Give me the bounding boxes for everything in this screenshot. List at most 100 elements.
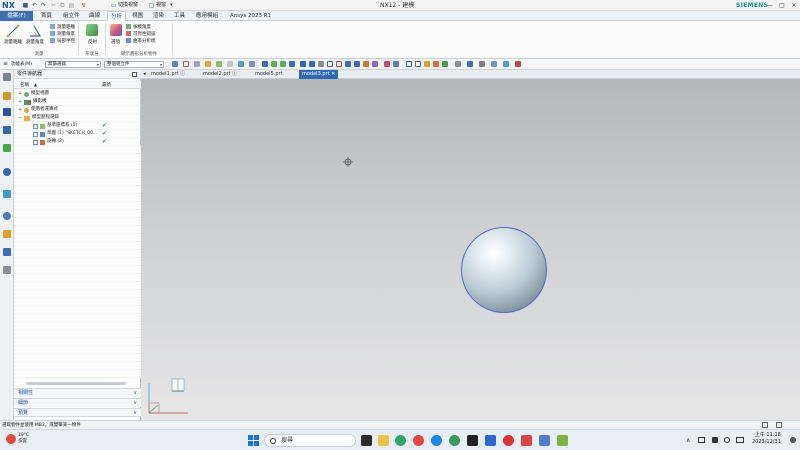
point-snap-icon[interactable] <box>262 61 268 67</box>
panel-details[interactable]: 細節 ∨ <box>14 398 141 407</box>
tab-tools[interactable]: 工具 <box>171 11 188 21</box>
file-explorer-icon[interactable] <box>378 435 389 446</box>
task-view-icon[interactable] <box>361 435 372 446</box>
sort-ascending-icon[interactable]: ▲ <box>34 82 37 87</box>
tab-assemblies[interactable]: 組立件 <box>60 11 83 21</box>
column-name-header[interactable]: 名稱 <box>20 82 29 88</box>
close-button[interactable]: ✕ <box>788 0 800 11</box>
windows-start-icon[interactable] <box>248 435 259 446</box>
nx-app-icon[interactable] <box>539 435 550 446</box>
window-fit-icon[interactable] <box>415 61 421 67</box>
sphere-view-icon[interactable] <box>238 61 244 67</box>
restore-icon[interactable] <box>776 422 782 428</box>
measure-angle-label[interactable]: 測量角度 <box>26 39 44 45</box>
tab-render[interactable]: 渲染 <box>150 11 167 21</box>
minimize-button[interactable]: — <box>764 0 776 11</box>
redo-icon[interactable]: ↷ <box>40 2 47 9</box>
taskbar-search-input[interactable]: 搜尋 <box>264 434 356 447</box>
rectangle-select-icon[interactable] <box>183 61 189 67</box>
terminal-icon[interactable] <box>467 435 478 446</box>
quadrant-icon[interactable] <box>345 61 351 67</box>
weather-widget[interactable]: 19°C 多雲 <box>18 433 29 445</box>
switch-window-label[interactable]: 切換視窗 <box>118 0 138 11</box>
small-measure-distance[interactable]: 測量距離 <box>57 24 75 30</box>
tree-row-expressions[interactable]: + 使用者運算式 <box>14 106 141 114</box>
lasso-icon[interactable] <box>194 61 200 67</box>
history-icon[interactable] <box>3 212 11 220</box>
pin-icon[interactable] <box>442 61 448 67</box>
taskbar-clock[interactable]: 上午 11:18 2023/12/31 <box>752 432 781 446</box>
tree-row-cameras[interactable]: + 攝影機 <box>14 98 141 106</box>
process-studio-icon[interactable] <box>3 230 11 238</box>
maximize-panel-icon[interactable] <box>132 72 137 77</box>
doc-tab-model5[interactable]: model5.prt <box>252 70 286 79</box>
expand-icon[interactable]: + <box>18 90 22 98</box>
settings-gear-icon[interactable] <box>3 73 11 81</box>
curve-snap-icon[interactable] <box>289 61 295 67</box>
tree-row-model-views[interactable]: + 模型視圖 <box>14 90 141 98</box>
type-filter-dropdown[interactable]: 無篩選器 ▾ <box>45 61 101 68</box>
body-select-icon[interactable] <box>227 61 233 67</box>
tree-row-model-history[interactable]: − 模型歷程記錄 <box>14 114 141 122</box>
arc-center-icon[interactable] <box>327 61 333 67</box>
menu-icon[interactable]: ≡ <box>3 61 9 67</box>
intersection-icon[interactable] <box>354 61 360 67</box>
small-measure-angle[interactable]: 測量角度 <box>57 31 75 37</box>
grid-point-icon[interactable] <box>372 61 378 67</box>
reflection-icon[interactable] <box>86 24 98 36</box>
measure-distance-label[interactable]: 測量距離 <box>4 39 22 45</box>
cube-view-icon[interactable] <box>249 61 255 67</box>
window-menu-label[interactable]: 視窗 <box>156 0 166 11</box>
system-scene-icon[interactable] <box>3 266 11 274</box>
tray-chevron-icon[interactable]: ∧ <box>686 437 690 444</box>
column-latest-header[interactable]: 最新 <box>102 82 111 88</box>
store-icon[interactable] <box>485 435 496 446</box>
menu-button[interactable]: 功能表(M) <box>11 59 32 70</box>
web-browser-icon[interactable] <box>3 190 11 198</box>
section-icon[interactable] <box>503 61 509 67</box>
plane-icon[interactable] <box>393 61 399 67</box>
render-style-icon[interactable] <box>467 61 473 67</box>
tab-ansys[interactable]: Ansys 2023 R1 <box>227 11 274 21</box>
select-icon[interactable] <box>172 61 178 67</box>
reuse-library-icon[interactable] <box>3 144 11 152</box>
doc-tab-model1[interactable]: model1.prt ⓘ <box>148 70 188 79</box>
small-local-radius[interactable]: 局部半徑 <box>57 38 75 44</box>
edge-icon[interactable] <box>431 435 442 446</box>
info-icon[interactable] <box>3 168 11 176</box>
save-icon[interactable]: ■ <box>22 2 29 9</box>
clock-icon[interactable] <box>424 61 430 67</box>
panel-dependencies[interactable]: 相關性 ∨ <box>14 388 141 397</box>
draft-angle-label[interactable]: 拔模角度 <box>133 24 151 30</box>
visibility-checkbox[interactable] <box>33 139 38 145</box>
acrobat-icon[interactable] <box>503 435 514 446</box>
tab-list-icon[interactable]: ◂ <box>143 72 147 77</box>
reflection-label[interactable]: 反射 <box>88 39 97 45</box>
snap-icon[interactable] <box>205 61 211 67</box>
tab-home[interactable]: 首頁 <box>38 11 55 21</box>
notification-icon[interactable] <box>790 437 796 443</box>
tab-file[interactable]: 檔案(F) <box>0 11 33 21</box>
window-menu-arrow[interactable]: ▾ <box>170 0 173 11</box>
repeat-command-icon[interactable]: ↯ <box>80 2 87 9</box>
tab-analysis[interactable]: 分析 <box>107 11 127 21</box>
tree-row-datum-csys[interactable]: 基準座標系 (0) ✔ <box>14 122 141 130</box>
midpoint-snap-icon[interactable] <box>280 61 286 67</box>
undo-icon[interactable]: ↶ <box>31 2 38 9</box>
chrome-icon[interactable] <box>413 435 424 446</box>
tab-curve[interactable]: 曲線 <box>86 11 103 21</box>
constraint-navigator-icon[interactable] <box>3 108 11 116</box>
tree-row-revolve[interactable]: 旋轉 (2) ✔ <box>14 138 141 146</box>
endpoint-snap-icon[interactable] <box>271 61 277 67</box>
cut-icon[interactable]: ✂ <box>50 2 57 9</box>
measure-angle-icon[interactable] <box>28 24 42 38</box>
options-label[interactable]: 選項 <box>111 39 120 45</box>
roles-icon[interactable] <box>3 248 11 256</box>
wcs-icon[interactable] <box>515 61 521 67</box>
maximize-button[interactable]: □ <box>776 0 788 11</box>
spline-icon[interactable] <box>300 61 306 67</box>
camera-icon[interactable] <box>455 61 461 67</box>
curvature-comb-label[interactable]: 曲率分析梳 <box>133 38 156 44</box>
material-icon[interactable] <box>491 61 497 67</box>
layer-icon[interactable] <box>384 61 390 67</box>
